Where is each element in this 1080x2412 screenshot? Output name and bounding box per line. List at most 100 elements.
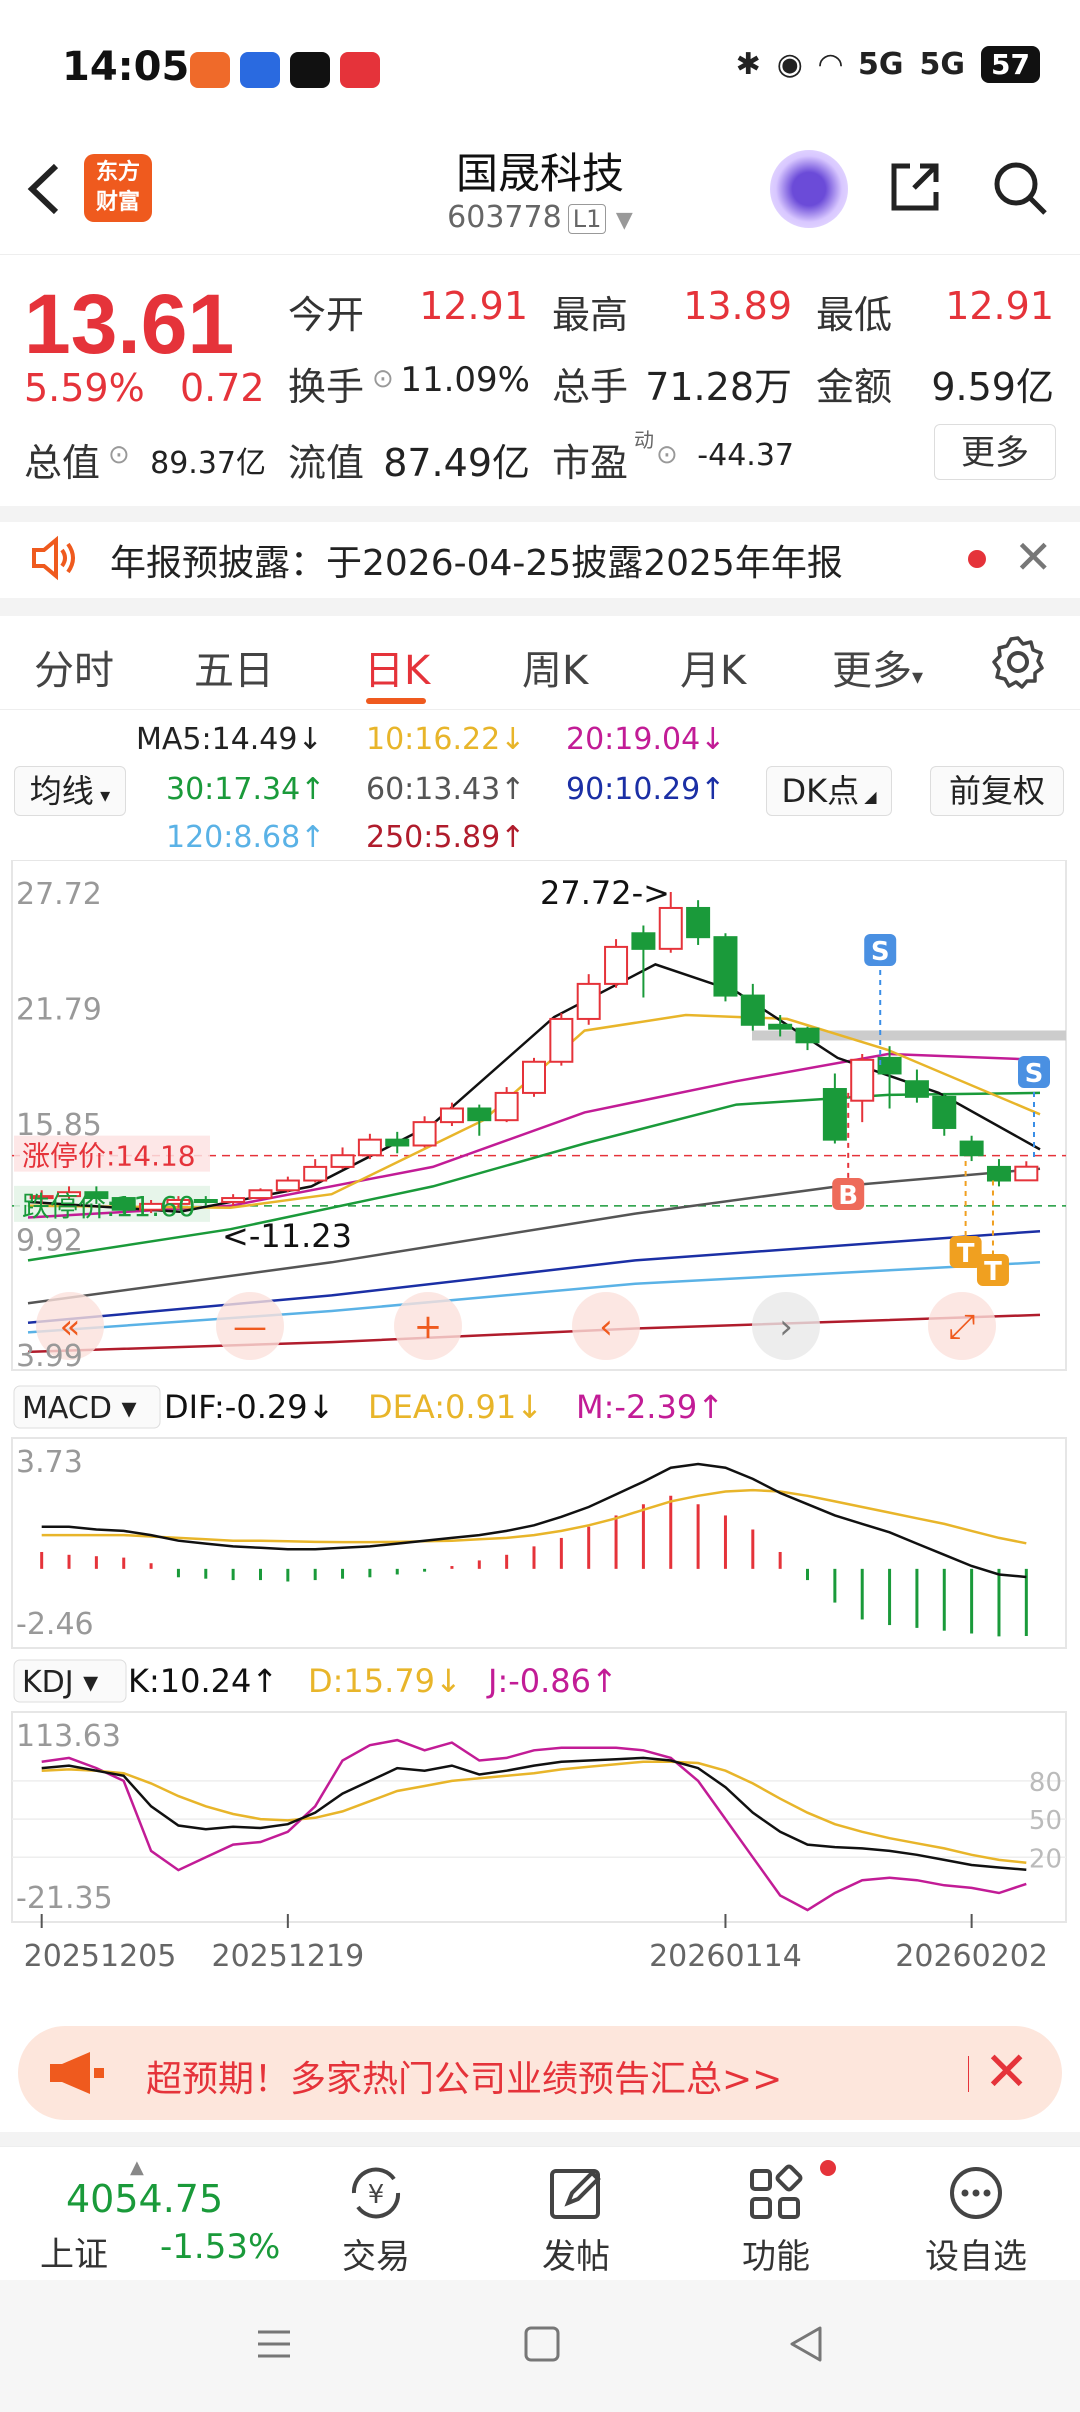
chart-control-icon: ‹ [599,1307,613,1347]
nav-post[interactable]: 发帖 [506,2163,646,2277]
more-button[interactable]: 更多 [934,424,1056,480]
candle-body [604,945,629,985]
section-divider [0,2132,1080,2146]
macd-y-top: 3.73 [16,1445,83,1480]
home-icon[interactable] [522,2324,562,2364]
caret-down-icon: ▾ [912,665,924,690]
menu-icon[interactable] [254,2324,294,2364]
date-label: 20251219 [211,1939,364,1974]
macd-m: M:-2.39↑ [576,1388,724,1426]
current-price: 13.61 [24,277,235,371]
info-icon[interactable]: ⊙ [656,440,678,470]
ma120-label: 120:8.68↑ [166,820,326,855]
ma250-label: 250:5.89↑ [366,820,526,855]
close-icon[interactable]: ✕ [1014,530,1053,584]
chart-control-icon: — [233,1307,267,1347]
adjust-button[interactable]: 前复权 [930,766,1064,816]
kdj-d-line [41,1760,1027,1864]
mktcap-value: 89.37亿 [150,446,266,481]
candle-body [193,1199,218,1203]
tab-weekly-k[interactable]: 周K [522,638,588,696]
info-icon[interactable]: ⊙ [372,364,394,394]
candle-body [986,1165,1011,1182]
candle-body [330,1154,355,1168]
gear-icon[interactable] [990,634,1046,690]
limit-down-label: 跌停价:11.60 [22,1190,196,1223]
min-price-marker: <-11.23 [222,1217,352,1255]
bluetooth-icon: ✱ [735,47,761,82]
bottom-nav: ▲ 4054.75 上证 -1.53% ¥ 交易 发帖 功能 设自选 [0,2146,1080,2278]
chart-control-icon: + [414,1307,443,1347]
nav-trade-label: 交易 [342,2237,410,2277]
tab-more[interactable]: 更多▾ [832,638,923,696]
tiktok-icon [290,52,330,88]
pe-label: 市盈 [552,441,629,485]
candle-body [850,1058,875,1102]
tab-five-day[interactable]: 五日 [194,638,274,696]
nav-post-label: 发帖 [542,2237,610,2277]
tab-monthly-k[interactable]: 月K [680,638,746,696]
candle-body [248,1189,273,1200]
tab-intraday[interactable]: 分时 [34,638,114,696]
pe-value: -44.37 [697,438,794,473]
banner-divider [968,2056,969,2092]
change-amount: 0.72 [180,366,265,410]
macd-dea-line [41,1488,1027,1545]
ma90-line [27,1229,1041,1324]
open-value: 12.91 [419,284,528,328]
caret-up-icon: ▲ [130,2157,144,2178]
kdj-k-line [41,1756,1027,1871]
notification-dot [820,2160,836,2176]
candle-body [549,1017,574,1063]
battery-icon: 57 [981,46,1040,83]
volume-value: 71.28万 [645,365,792,409]
kdj-level-label: 20 [1029,1844,1062,1874]
share-icon[interactable] [886,158,944,216]
back-nav-icon[interactable] [786,2324,826,2364]
max-price-marker: 27.72-> [540,874,670,912]
kdj-level-label: 50 [1029,1806,1062,1836]
index-name: 上证 [40,2235,108,2275]
search-icon[interactable] [990,158,1050,218]
macd-dif: DIF:-0.29↓ [164,1388,334,1426]
candle-body [658,906,683,950]
candle-body [631,932,656,950]
megaphone-icon [50,2052,104,2094]
info-icon[interactable]: ⊙ [108,440,130,470]
kline-chart[interactable]: SSBTT« — + ‹ › ⤢ 27.7221.7915.859.923.99涨停价:1… [0,860,1080,2010]
status-indicators: ✱ ◉ ◠ 5G 5G 57 [736,46,1040,83]
candle-body [877,1056,902,1075]
index-value: 4054.75 [66,2177,224,2221]
stock-header: 东方 财富 国晟科技 603778 L1 ▼ [0,140,1080,255]
close-icon[interactable]: ✕ [984,2040,1029,2103]
kdj-y-bottom: -21.35 [16,1881,113,1916]
ai-assistant-icon[interactable] [770,150,848,228]
status-time: 14:05 [62,44,190,90]
app-notification-icon [240,52,280,88]
status-bar: 14:05 ✱ ◉ ◠ 5G 5G 57 [0,0,1080,140]
nav-add-watchlist[interactable]: 设自选 [906,2163,1046,2277]
date-label: 20260114 [649,1939,802,1974]
speaker-icon [32,535,75,581]
promo-banner[interactable]: 超预期！多家热门公司业绩预告汇总>> ✕ [18,2026,1062,2120]
y-axis-label: 27.72 [16,877,102,912]
t-marker: T [984,1257,1002,1287]
float-label: 流值 [288,441,365,485]
sell-marker: S [1025,1059,1044,1089]
dk-point-button[interactable]: DK点 ◢ [766,766,892,816]
ma-selector[interactable]: 均线 ▾ [14,766,126,816]
more-dots-icon [950,2167,1002,2219]
pe-superscript: 动 [634,428,654,452]
notice-bar[interactable]: 年报预披露：于2026-04-25披露2025年年报 ✕ [0,522,1080,598]
nav-trade[interactable]: ¥ 交易 [306,2163,446,2277]
amount-label: 金额 [816,365,893,409]
candle-body [522,1060,546,1094]
level-badge: L1 [567,204,607,234]
macd-selector: MACD ▾ [22,1391,137,1426]
location-icon: ◉ [776,47,803,82]
candle-body [275,1179,300,1192]
nav-functions[interactable]: 功能 [706,2163,846,2277]
open-label: 今开 [288,293,365,337]
tab-daily-k[interactable]: 日K [364,638,430,696]
candle-body [221,1197,246,1203]
